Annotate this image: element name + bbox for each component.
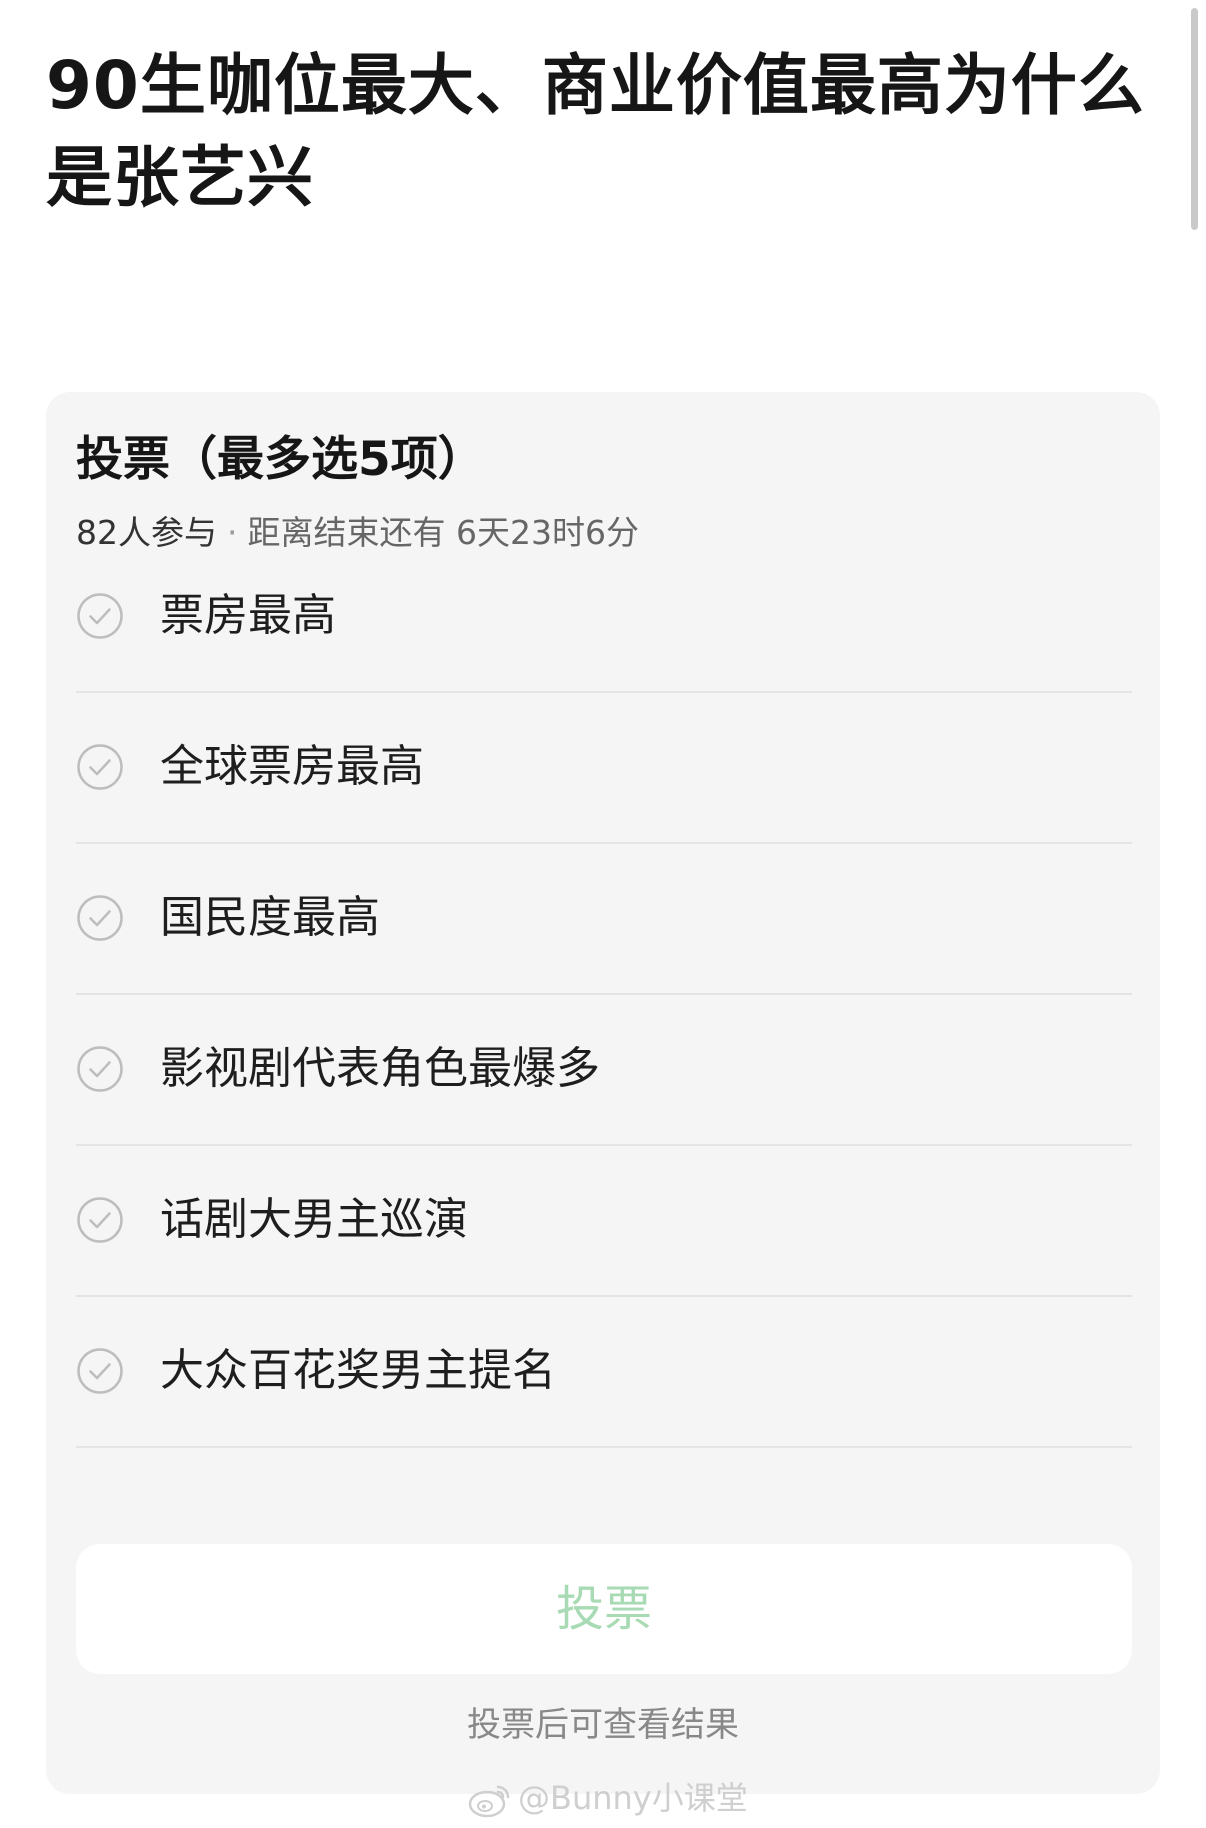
poll-card: 投票（最多选5项） 82人参与 · 距离结束还有 6天23时6分 票房最高 全球票房… bbox=[46, 392, 1160, 1794]
poll-title: 投票（最多选5项） bbox=[76, 432, 485, 487]
check-circle-icon bbox=[77, 1046, 123, 1092]
check-circle-icon bbox=[77, 895, 123, 941]
poll-option[interactable]: 影视剧代表角色最爆多 bbox=[76, 995, 1132, 1146]
option-label: 大众百花奖男主提名 bbox=[160, 1345, 556, 1396]
check-circle-icon bbox=[77, 1348, 123, 1394]
poll-option[interactable]: 全球票房最高 bbox=[76, 693, 1132, 844]
watermark-text: @Bunny小课堂 bbox=[518, 1779, 748, 1817]
option-label: 话剧大男主巡演 bbox=[160, 1194, 468, 1245]
check-circle-icon bbox=[77, 1197, 123, 1243]
vote-result-hint: 投票后可查看结果 bbox=[467, 1705, 739, 1745]
option-label: 票房最高 bbox=[160, 590, 336, 641]
poll-option[interactable]: 话剧大男主巡演 bbox=[76, 1146, 1132, 1297]
poll-option[interactable]: 大众百花奖男主提名 bbox=[76, 1297, 1132, 1448]
weibo-icon bbox=[468, 1785, 510, 1818]
option-label: 全球票房最高 bbox=[160, 741, 424, 792]
scrollbar[interactable] bbox=[1191, 8, 1198, 230]
poll-option[interactable]: 票房最高 bbox=[76, 542, 1132, 693]
watermark: @Bunny小课堂 bbox=[468, 1776, 748, 1820]
poll-options: 票房最高 全球票房最高 国民度最高 影视剧代表角色最爆多 话剧大男主巡演 大众百… bbox=[76, 542, 1132, 1448]
vote-button[interactable]: 投票 bbox=[76, 1544, 1132, 1674]
option-label: 影视剧代表角色最爆多 bbox=[160, 1043, 600, 1094]
check-circle-icon bbox=[77, 593, 123, 639]
poll-option[interactable]: 国民度最高 bbox=[76, 844, 1132, 995]
page-title: 90生咖位最大、商业价值最高为什么是张艺兴 bbox=[46, 47, 1145, 216]
check-circle-icon bbox=[77, 744, 123, 790]
option-label: 国民度最高 bbox=[160, 892, 380, 943]
